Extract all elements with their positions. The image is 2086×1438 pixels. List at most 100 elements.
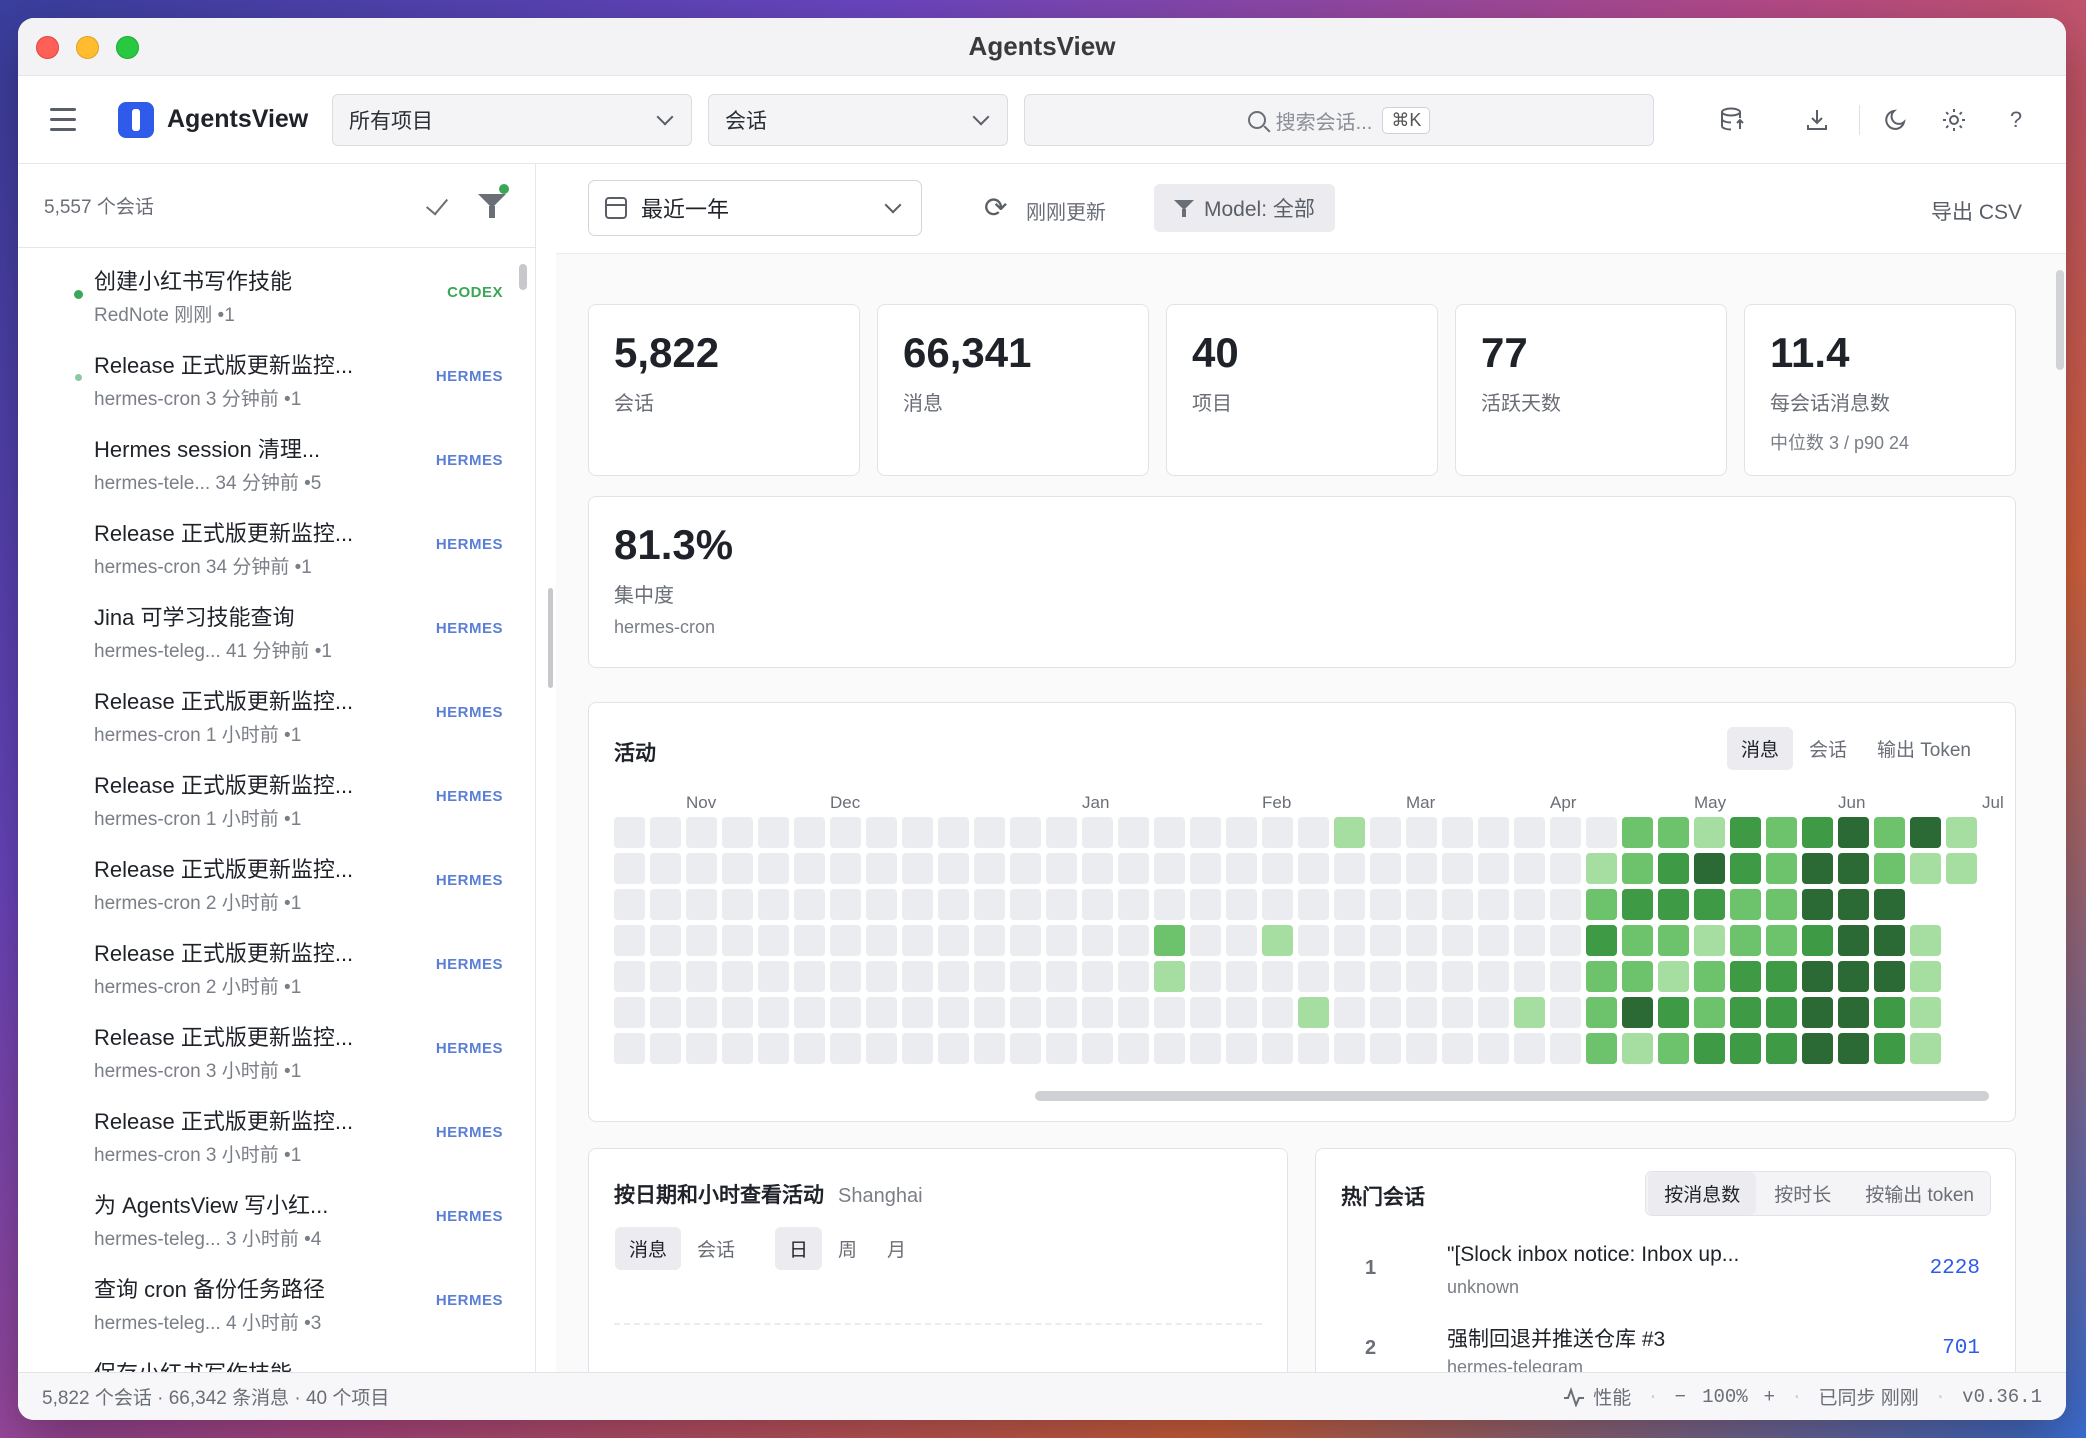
heatmap-day-cell[interactable] <box>866 817 897 848</box>
heatmap-day-cell[interactable] <box>1118 925 1149 956</box>
heatmap-day-cell[interactable] <box>1730 853 1761 884</box>
heatmap-day-cell[interactable] <box>1910 925 1941 956</box>
heatmap-day-cell[interactable] <box>1514 889 1545 920</box>
date-range-select[interactable]: 最近一年 <box>588 180 922 236</box>
heatmap-day-cell[interactable] <box>794 997 825 1028</box>
heatmap-day-cell[interactable] <box>758 853 789 884</box>
heatmap-day-cell[interactable] <box>1622 961 1653 992</box>
heatmap-day-cell[interactable] <box>1586 1033 1617 1064</box>
heatmap-day-cell[interactable] <box>974 889 1005 920</box>
heatmap-day-cell[interactable] <box>614 853 645 884</box>
heatmap-day-cell[interactable] <box>1658 997 1689 1028</box>
heatmap-day-cell[interactable] <box>1514 1033 1545 1064</box>
heatmap-day-cell[interactable] <box>1370 997 1401 1028</box>
heatmap-day-cell[interactable] <box>758 961 789 992</box>
heatmap-day-cell[interactable] <box>1730 1033 1761 1064</box>
heatmap-day-cell[interactable] <box>1910 817 1941 848</box>
heatmap-day-cell[interactable] <box>650 817 681 848</box>
heatmap-day-cell[interactable] <box>1226 961 1257 992</box>
heatmap-day-cell[interactable] <box>1334 997 1365 1028</box>
top-session-row[interactable]: 2 强制回退并推送仓库 #3 hermes-telegram 701 <box>1341 1319 1990 1372</box>
tab-week[interactable]: 周 <box>824 1227 871 1270</box>
heatmap-day-cell[interactable] <box>1298 925 1329 956</box>
heatmap-day-cell[interactable] <box>830 997 861 1028</box>
database-sync-icon[interactable] <box>1713 100 1753 140</box>
heatmap-day-cell[interactable] <box>1622 997 1653 1028</box>
session-list-item[interactable]: Release 正式版更新监控... hermes-cron 3 小时前 •1 HE… <box>18 1092 535 1176</box>
heatmap-day-cell[interactable] <box>1190 925 1221 956</box>
heatmap-day-cell[interactable] <box>938 925 969 956</box>
session-list-item[interactable]: Release 正式版更新监控... hermes-cron 1 小时前 •1 HE… <box>18 672 535 756</box>
heatmap-day-cell[interactable] <box>758 997 789 1028</box>
heatmap-day-cell[interactable] <box>1370 817 1401 848</box>
heatmap-day-cell[interactable] <box>1190 889 1221 920</box>
heatmap-day-cell[interactable] <box>1622 925 1653 956</box>
export-csv-button[interactable]: 导出 CSV <box>1931 196 2022 226</box>
heatmap-day-cell[interactable] <box>1874 1033 1905 1064</box>
sidebar-resize-handle[interactable] <box>548 588 553 688</box>
heatmap-day-cell[interactable] <box>614 997 645 1028</box>
settings-gear-icon[interactable] <box>1934 100 1974 140</box>
heatmap-day-cell[interactable] <box>1550 889 1581 920</box>
heatmap-day-cell[interactable] <box>1478 817 1509 848</box>
heatmap-day-cell[interactable] <box>794 961 825 992</box>
heatmap-day-cell[interactable] <box>1838 1033 1869 1064</box>
heatmap-day-cell[interactable] <box>1730 925 1761 956</box>
heatmap-day-cell[interactable] <box>1802 925 1833 956</box>
heatmap-day-cell[interactable] <box>1010 997 1041 1028</box>
heatmap-day-cell[interactable] <box>1370 925 1401 956</box>
heatmap-day-cell[interactable] <box>938 817 969 848</box>
heatmap-day-cell[interactable] <box>1154 925 1185 956</box>
session-list-item[interactable]: Release 正式版更新监控... hermes-cron 2 小时前 •1 HE… <box>18 924 535 1008</box>
heatmap-day-cell[interactable] <box>1082 817 1113 848</box>
heatmap-day-cell[interactable] <box>1082 925 1113 956</box>
heatmap-day-cell[interactable] <box>1442 925 1473 956</box>
heatmap-day-cell[interactable] <box>1046 853 1077 884</box>
heatmap-day-cell[interactable] <box>1442 997 1473 1028</box>
heatmap-day-cell[interactable] <box>650 889 681 920</box>
session-list-item[interactable]: Hermes session 清理... hermes-tele... 34 分钟… <box>18 420 535 504</box>
heatmap-day-cell[interactable] <box>830 925 861 956</box>
heatmap-day-cell[interactable] <box>1082 889 1113 920</box>
heatmap-day-cell[interactable] <box>1082 853 1113 884</box>
heatmap-day-cell[interactable] <box>686 817 717 848</box>
heatmap-day-cell[interactable] <box>1010 961 1041 992</box>
heatmap-day-cell[interactable] <box>1550 925 1581 956</box>
heatmap-day-cell[interactable] <box>902 961 933 992</box>
heatmap-day-cell[interactable] <box>902 997 933 1028</box>
heatmap-day-cell[interactable] <box>1658 961 1689 992</box>
heatmap-day-cell[interactable] <box>1730 961 1761 992</box>
heatmap-day-cell[interactable] <box>1874 997 1905 1028</box>
heatmap-day-cell[interactable] <box>1802 853 1833 884</box>
minimize-window-button[interactable] <box>76 36 99 59</box>
heatmap-day-cell[interactable] <box>1478 853 1509 884</box>
heatmap-day-cell[interactable] <box>1514 961 1545 992</box>
heatmap-day-cell[interactable] <box>1478 925 1509 956</box>
heatmap-day-cell[interactable] <box>1298 961 1329 992</box>
heatmap-day-cell[interactable] <box>902 817 933 848</box>
heatmap-day-cell[interactable] <box>866 925 897 956</box>
heatmap-day-cell[interactable] <box>830 889 861 920</box>
heatmap-day-cell[interactable] <box>902 853 933 884</box>
heatmap-day-cell[interactable] <box>866 889 897 920</box>
heatmap-day-cell[interactable] <box>1226 925 1257 956</box>
heatmap-day-cell[interactable] <box>1370 1033 1401 1064</box>
heatmap-day-cell[interactable] <box>722 889 753 920</box>
heatmap-day-cell[interactable] <box>1082 997 1113 1028</box>
top-session-row[interactable]: 1 "[Slock inbox notice: Inbox up... unkn… <box>1341 1239 1990 1319</box>
heatmap-day-cell[interactable] <box>1370 961 1401 992</box>
heatmap-day-cell[interactable] <box>1406 853 1437 884</box>
heatmap-day-cell[interactable] <box>1586 925 1617 956</box>
heatmap-day-cell[interactable] <box>1406 817 1437 848</box>
heatmap-day-cell[interactable] <box>1118 961 1149 992</box>
heatmap-day-cell[interactable] <box>1262 1033 1293 1064</box>
heatmap-day-cell[interactable] <box>830 817 861 848</box>
help-icon[interactable]: ? <box>1996 100 2036 140</box>
heatmap-day-cell[interactable] <box>1118 997 1149 1028</box>
heatmap-day-cell[interactable] <box>866 961 897 992</box>
heatmap-day-cell[interactable] <box>1586 997 1617 1028</box>
heatmap-day-cell[interactable] <box>1190 961 1221 992</box>
heatmap-day-cell[interactable] <box>614 925 645 956</box>
heatmap-day-cell[interactable] <box>974 853 1005 884</box>
heatmap-day-cell[interactable] <box>866 997 897 1028</box>
